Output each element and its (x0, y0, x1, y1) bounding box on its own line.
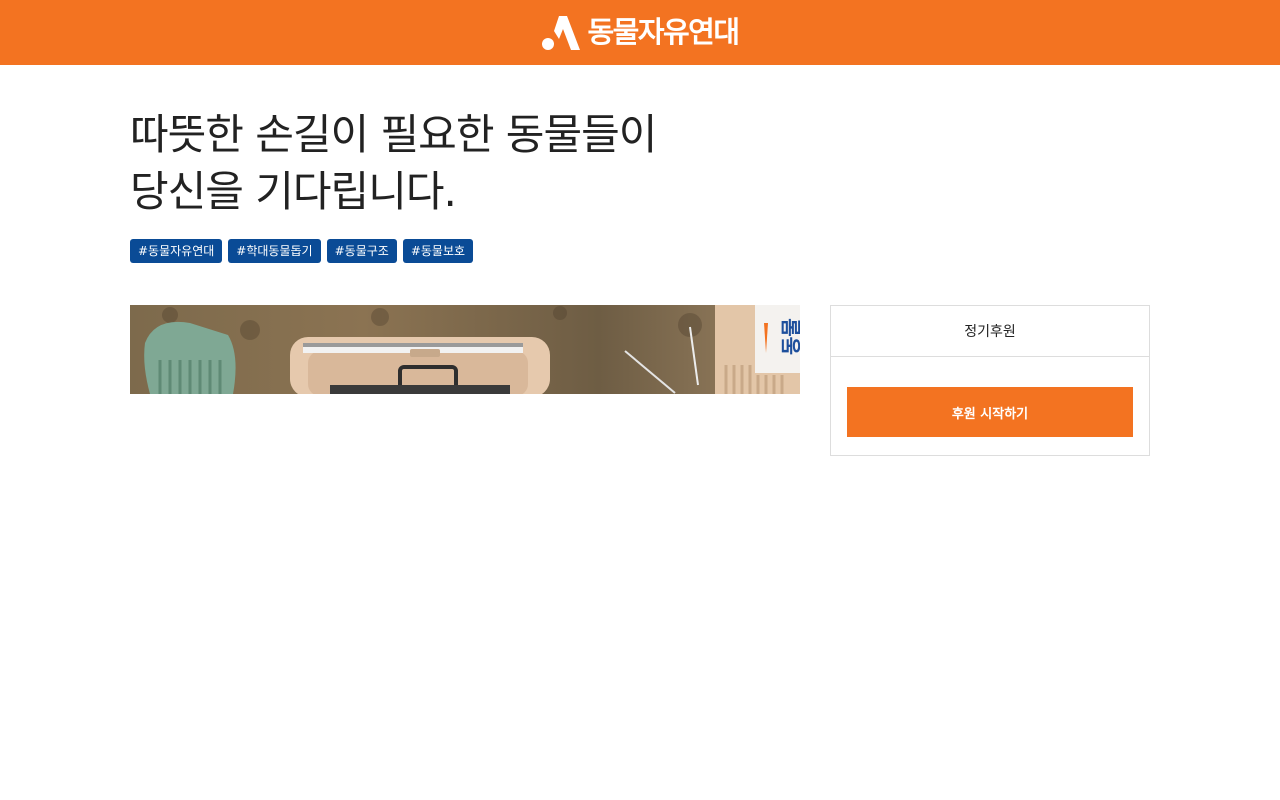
headline-line-1: 따뜻한 손길이 필요한 동물들이 (130, 110, 657, 159)
hashtag-abused-animal-help[interactable]: #학대동물돕기 (228, 239, 321, 263)
page-headline: 따뜻한 손길이 필요한 동물들이 당신을 기다립니다. (130, 106, 850, 220)
rescue-carrier-photo: 동물 (130, 305, 800, 394)
start-donation-button[interactable]: 후원 시작하기 (847, 387, 1133, 437)
hashtag-animal-protection[interactable]: #동물보호 (402, 239, 474, 263)
site-header: 동물자유연대 (0, 0, 1280, 65)
hashtag-animal-freedom[interactable]: #동물자유연대 (130, 239, 223, 263)
photo-sign-text: 동물 (779, 318, 800, 355)
regular-donation-tab[interactable]: 정기후원 (831, 306, 1149, 357)
hashtag-animal-rescue[interactable]: #동물구조 (326, 239, 397, 263)
organization-logo-icon (542, 15, 581, 50)
headline-line-2: 당신을 기다립니다. (130, 167, 457, 216)
brand-logo-link[interactable]: 동물자유연대 (541, 14, 740, 52)
hashtag-list: #동물자유연대 #학대동물돕기 #동물구조 #동물보호 (130, 239, 474, 263)
hero-photo: 동물 (130, 305, 800, 394)
brand-name: 동물자유연대 (587, 15, 740, 49)
donation-panel: 정기후원 후원 시작하기 (830, 305, 1150, 456)
